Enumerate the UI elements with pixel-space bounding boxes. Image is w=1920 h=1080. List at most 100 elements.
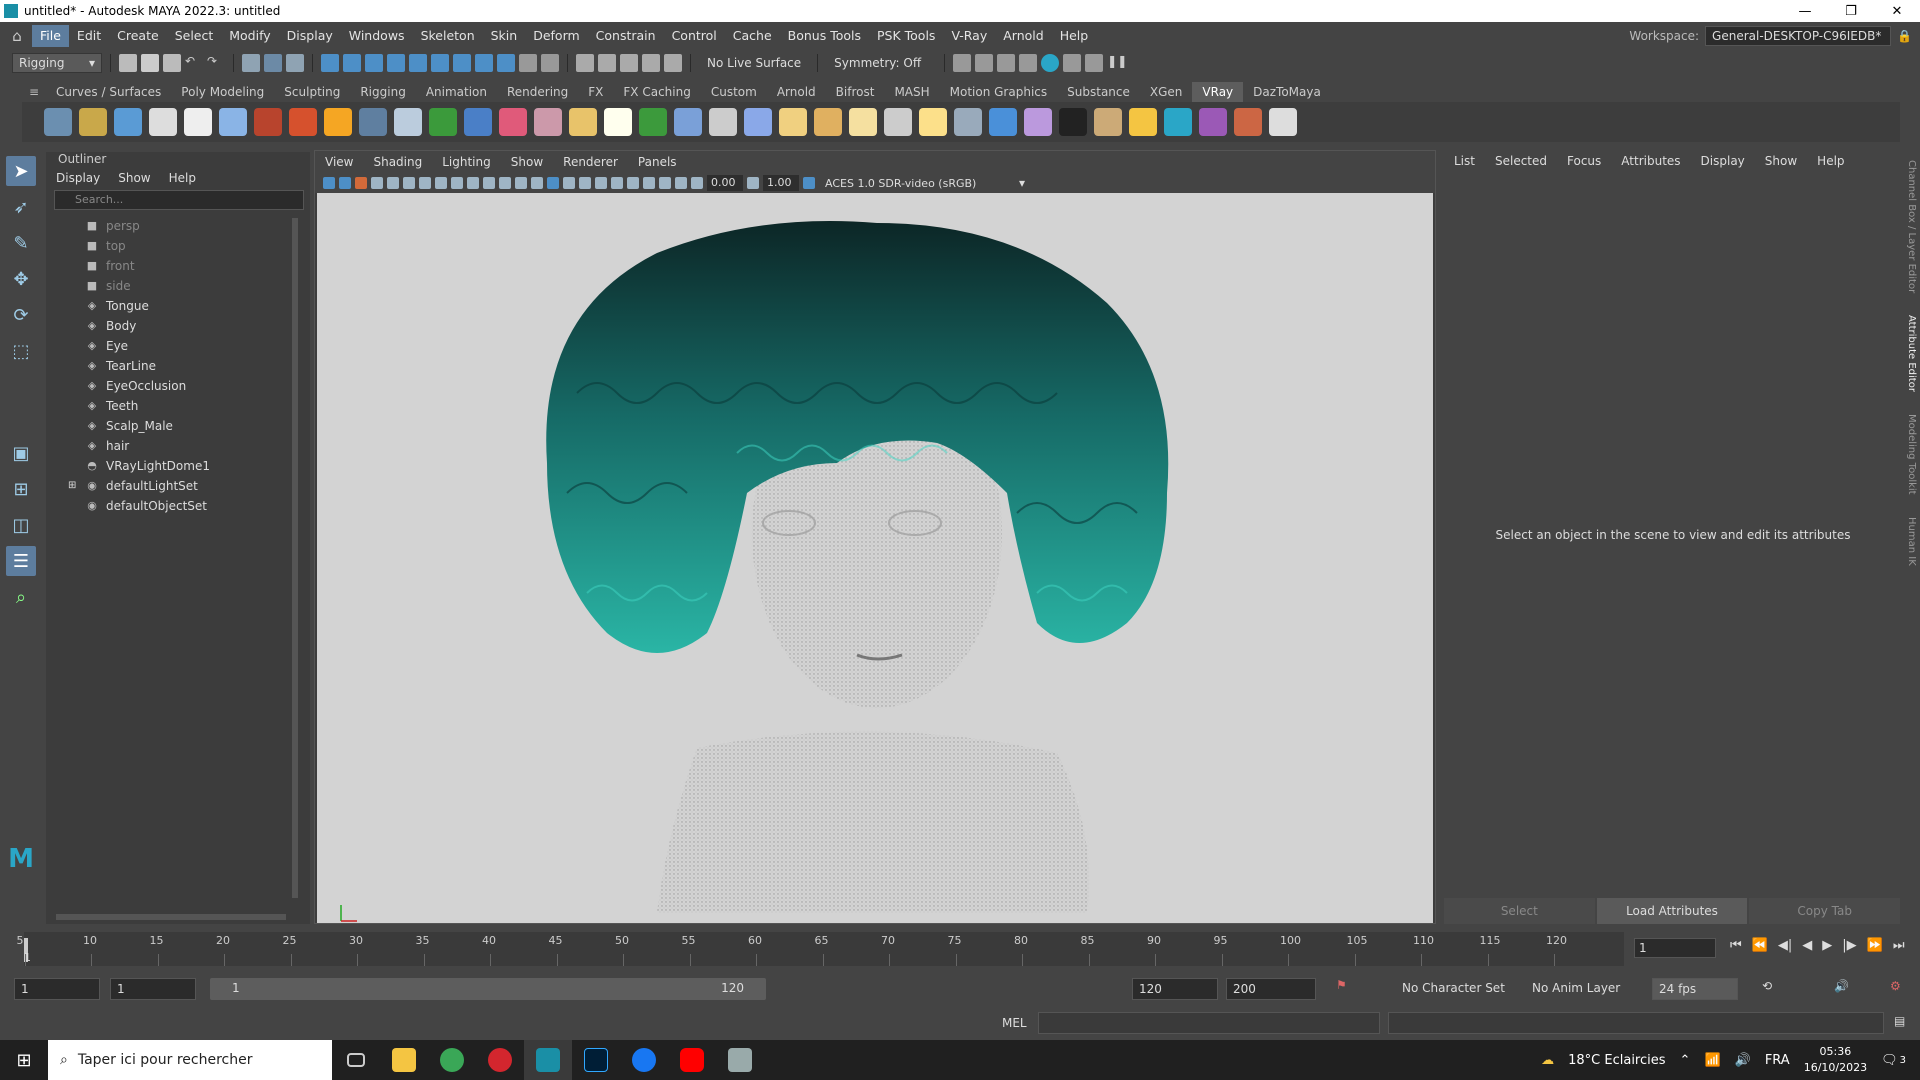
file-explorer-icon[interactable]	[380, 1040, 428, 1080]
vray-shelf-tool-14-icon[interactable]	[499, 108, 527, 136]
workspace-dropdown[interactable]: General-DESKTOP-C96IEDB*	[1705, 26, 1892, 46]
render-frame-icon[interactable]	[975, 54, 994, 72]
loop-icon[interactable]: ⟲	[1762, 979, 1772, 993]
render-sequence-icon[interactable]	[997, 54, 1016, 72]
weather-text[interactable]: 18°C Eclaircies	[1568, 1053, 1665, 1068]
vray-shelf-tool-8-icon[interactable]	[289, 108, 317, 136]
youtube-icon[interactable]	[668, 1040, 716, 1080]
shelf-tab-xgen[interactable]: XGen	[1140, 82, 1193, 102]
resolution-gate-icon[interactable]	[451, 177, 463, 189]
menu-edit[interactable]: Edit	[69, 25, 109, 47]
shelf-tab-fx[interactable]: FX	[578, 82, 613, 102]
play-forward-icon[interactable]: ▶	[1822, 938, 1832, 953]
menuset-dropdown[interactable]: Rigging ▾	[12, 53, 102, 73]
minimize-button[interactable]: —	[1782, 4, 1828, 19]
snap-grid-icon[interactable]	[321, 54, 339, 72]
open-scene-icon[interactable]	[141, 54, 159, 72]
exposure-field[interactable]: 0.00	[707, 175, 743, 191]
side-tab-attribute-editor[interactable]: Attribute Editor	[1906, 315, 1917, 392]
move-tool-icon[interactable]: ✥	[6, 264, 36, 294]
shelf-tab-sculpting[interactable]: Sculpting	[274, 82, 350, 102]
outliner-item-tearline[interactable]: ◈ TearLine	[54, 356, 294, 376]
fps-dropdown[interactable]: 24 fps	[1652, 978, 1738, 1000]
textured-icon[interactable]	[579, 177, 591, 189]
default-material-icon[interactable]	[563, 177, 575, 189]
menu-windows[interactable]: Windows	[341, 25, 413, 47]
select-tool-icon[interactable]: ➤	[6, 156, 36, 186]
menu-deform[interactable]: Deform	[525, 25, 587, 47]
outliner-item-top[interactable]: ■ top	[54, 236, 294, 256]
viewport-menu-lighting[interactable]: Lighting	[442, 155, 491, 169]
outliner-menu-display[interactable]: Display	[56, 168, 100, 188]
attr-menu-help[interactable]: Help	[1817, 150, 1844, 172]
play-backward-icon[interactable]: ◀	[1802, 938, 1812, 953]
image-plane-icon[interactable]	[371, 177, 383, 189]
snap-surface-icon[interactable]	[409, 54, 427, 72]
vray-shelf-tool-24-icon[interactable]	[849, 108, 877, 136]
render-icon[interactable]	[576, 54, 594, 72]
viewport-canvas[interactable]	[317, 193, 1433, 923]
vray-shelf-tool-25-icon[interactable]	[884, 108, 912, 136]
vray-shelf-tool-23-icon[interactable]	[814, 108, 842, 136]
side-tab-human-ik[interactable]: Human IK	[1906, 517, 1917, 566]
shelf-tab-rigging[interactable]: Rigging	[350, 82, 415, 102]
step-back-frame-icon[interactable]: ◀|	[1778, 938, 1792, 953]
safe-title-icon[interactable]	[515, 177, 527, 189]
step-forward-key-icon[interactable]: ⏩	[1867, 938, 1883, 953]
snap-view-icon[interactable]	[387, 54, 405, 72]
lock-icon[interactable]: 🔒	[1897, 29, 1912, 43]
smooth-shade-icon[interactable]	[547, 177, 559, 189]
vray-shelf-tool-20-icon[interactable]	[709, 108, 737, 136]
playback-end-field[interactable]: 120	[1132, 978, 1218, 1000]
select-hierarchy-icon[interactable]	[242, 54, 260, 72]
vray-shelf-tool-28-icon[interactable]	[989, 108, 1017, 136]
notification-icon[interactable]: 🗨	[1881, 1053, 1898, 1068]
snap-live-icon[interactable]	[453, 54, 471, 72]
expand-icon[interactable]: ⊞	[68, 476, 76, 496]
close-button[interactable]: ✕	[1874, 4, 1920, 19]
copy-tab-button[interactable]: Copy Tab	[1749, 898, 1901, 924]
taskbar-search-input[interactable]: ⌕ Taper ici pour rechercher	[48, 1040, 332, 1080]
network-icon[interactable]: 📶	[1704, 1053, 1720, 1068]
shelf-tab-vray[interactable]: VRay	[1192, 82, 1244, 102]
gamma-field[interactable]: 1.00	[763, 175, 799, 191]
history-icon[interactable]	[475, 54, 493, 72]
menu-display[interactable]: Display	[279, 25, 341, 47]
vray-shelf-tool-30-icon[interactable]	[1059, 108, 1087, 136]
vray-shelf-tool-1-icon[interactable]	[44, 108, 72, 136]
search-tool-icon[interactable]: ⌕	[6, 582, 36, 612]
menu-skeleton[interactable]: Skeleton	[413, 25, 483, 47]
outliner-item-scalp_male[interactable]: ◈ Scalp_Male	[54, 416, 294, 436]
shelf-tab-mash[interactable]: MASH	[884, 82, 939, 102]
outliner-item-side[interactable]: ■ side	[54, 276, 294, 296]
vray-shelf-tool-3-icon[interactable]	[114, 108, 142, 136]
grid-icon[interactable]	[419, 177, 431, 189]
live-surface-label[interactable]: No Live Surface	[699, 56, 809, 70]
vray-shelf-tool-34-icon[interactable]	[1199, 108, 1227, 136]
scale-tool-icon[interactable]: ⬚	[6, 336, 36, 366]
vray-shelf-tool-19-icon[interactable]	[674, 108, 702, 136]
vray-shelf-tool-5-icon[interactable]	[184, 108, 212, 136]
vray-shelf-tool-18-icon[interactable]	[639, 108, 667, 136]
attr-menu-display[interactable]: Display	[1701, 150, 1745, 172]
viewport-menu-shading[interactable]: Shading	[373, 155, 422, 169]
vray-shelf-tool-21-icon[interactable]	[744, 108, 772, 136]
vray-shelf-tool-11-icon[interactable]	[394, 108, 422, 136]
shelf-tab-arnold[interactable]: Arnold	[767, 82, 826, 102]
viewport-menu-show[interactable]: Show	[511, 155, 543, 169]
menu-v-ray[interactable]: V-Ray	[943, 25, 995, 47]
scene-start-field[interactable]: 1	[14, 978, 100, 1000]
select-object-icon[interactable]	[264, 54, 282, 72]
vray-shelf-tool-33-icon[interactable]	[1164, 108, 1192, 136]
shelf-tab-animation[interactable]: Animation	[416, 82, 497, 102]
render-settings-icon[interactable]	[620, 54, 638, 72]
maya-taskbar-icon[interactable]	[524, 1040, 572, 1080]
vray-shelf-tool-13-icon[interactable]	[464, 108, 492, 136]
step-forward-frame-icon[interactable]: |▶	[1842, 938, 1856, 953]
outliner-item-body[interactable]: ◈ Body	[54, 316, 294, 336]
outliner-item-eye[interactable]: ◈ Eye	[54, 336, 294, 356]
menu-bonus-tools[interactable]: Bonus Tools	[780, 25, 869, 47]
lights-icon[interactable]	[595, 177, 607, 189]
language-indicator[interactable]: FRA	[1765, 1053, 1790, 1068]
outliner-vscrollbar[interactable]	[292, 218, 298, 898]
